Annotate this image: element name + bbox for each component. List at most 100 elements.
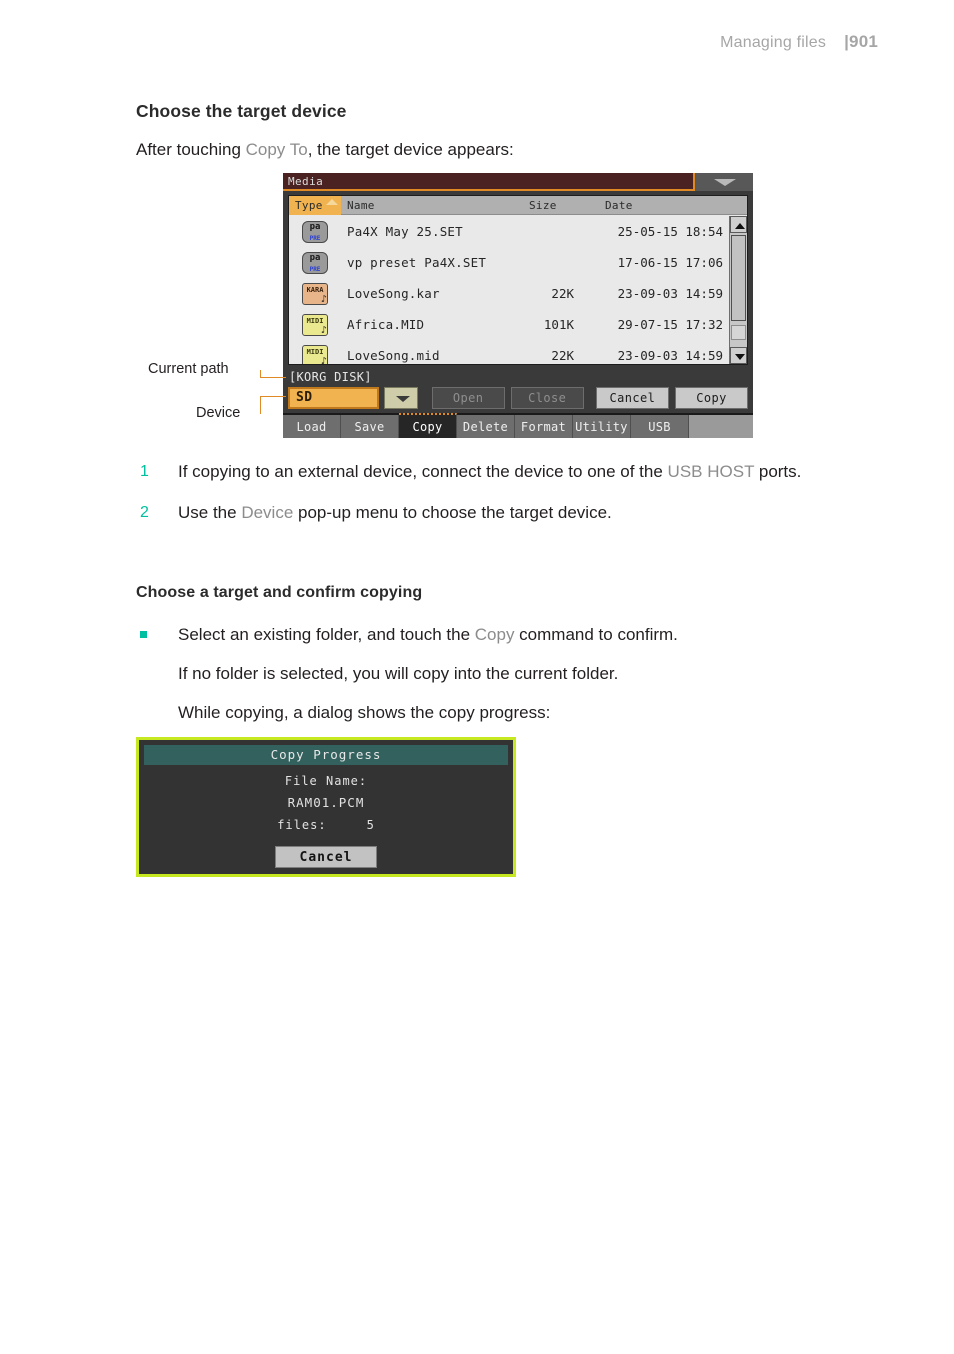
scroll-up-icon[interactable] <box>730 216 747 233</box>
table-row[interactable]: KARA ♪ LoveSong.kar 22K 23-09-03 14:59 <box>289 278 729 309</box>
kar-file-icon: KARA ♪ <box>302 282 328 305</box>
file-size: 22K <box>551 286 574 301</box>
scrollbar-grip[interactable] <box>731 325 746 340</box>
file-icon-cell: MIDI ♪ <box>289 313 341 336</box>
dialog-cancel-button[interactable]: Cancel <box>275 846 377 868</box>
bullet-square-icon <box>140 631 147 638</box>
dialog-title: Copy Progress <box>144 745 508 765</box>
file-name: LoveSong.kar <box>347 286 440 301</box>
file-icon-cell: pa PRE <box>289 251 341 274</box>
pa-file-icon: pa PRE <box>302 251 328 274</box>
intro-text-a: After touching <box>136 140 246 159</box>
bullet-keyword: Copy <box>474 625 515 644</box>
file-date: 23-09-03 14:59 <box>617 286 723 301</box>
chevron-down-icon[interactable] <box>384 387 418 409</box>
file-size: 22K <box>551 348 574 363</box>
callout-device: Device <box>196 405 241 421</box>
page-menu-button[interactable] <box>693 173 753 191</box>
step-keyword: USB HOST <box>667 462 755 481</box>
table-row[interactable]: pa PRE vp preset Pa4X.SET 17-06-15 17:06 <box>289 247 729 278</box>
page-number: |901 <box>844 32 878 51</box>
file-icon-cell: KARA ♪ <box>289 282 341 305</box>
current-path-label: [KORG DISK] <box>289 370 372 384</box>
bullet-list: Select an existing folder, and touch the… <box>136 622 896 739</box>
table-row[interactable]: MIDI ♪ Africa.MID 101K 29-07-15 17:32 <box>289 309 729 340</box>
file-name: LoveSong.mid <box>347 348 440 363</box>
tab-load[interactable]: Load <box>283 415 341 438</box>
column-header-type[interactable]: Type <box>289 195 341 215</box>
intro-text-b: , the target device appears: <box>307 140 514 159</box>
music-note-icon: ♪ <box>320 324 327 336</box>
copy-progress-dialog: Copy Progress File Name: RAM01.PCM files… <box>136 737 516 877</box>
column-header-name[interactable]: Name <box>341 199 523 212</box>
tab-utility[interactable]: Utility <box>573 415 631 438</box>
step-text-b: pop-up menu to choose the target device. <box>293 503 612 522</box>
media-window-title: Media <box>288 175 324 188</box>
section-title: Choose the target device <box>136 101 347 121</box>
body-line-3: While copying, a dialog shows the copy p… <box>178 703 551 722</box>
tab-usb[interactable]: USB <box>631 415 689 438</box>
intro-paragraph: After touching Copy To, the target devic… <box>136 140 514 160</box>
media-title-bar: Media <box>283 173 753 191</box>
column-header-date[interactable]: Date <box>599 199 747 212</box>
cancel-button[interactable]: Cancel <box>595 387 669 409</box>
tab-copy[interactable]: Copy <box>399 413 457 438</box>
dialog-file-name-label: File Name: <box>284 774 368 788</box>
step-item: 1 If copying to an external device, conn… <box>136 459 886 484</box>
column-header-size[interactable]: Size <box>523 199 599 212</box>
tab-format[interactable]: Format <box>515 415 573 438</box>
bullet-text-b: command to confirm. <box>514 625 678 644</box>
file-date: 17-06-15 17:06 <box>617 255 723 270</box>
scroll-down-icon[interactable] <box>730 347 747 364</box>
file-rows: pa PRE Pa4X May 25.SET 25-05-15 18:54 pa… <box>289 216 729 364</box>
table-row[interactable]: MIDI ♪ LoveSong.mid 22K 23-09-03 14:59 <box>289 340 729 364</box>
scrollbar-thumb[interactable] <box>731 235 746 321</box>
step-number: 1 <box>140 463 149 480</box>
device-select-value[interactable]: SD <box>288 387 380 409</box>
tab-delete[interactable]: Delete <box>457 415 515 438</box>
dialog-file-name-value: RAM01.PCM <box>287 795 365 810</box>
media-screen-mock: Media Type Name Size Date pa PRE Pa4X Ma… <box>283 173 753 438</box>
file-name: Pa4X May 25.SET <box>347 224 463 239</box>
pa-file-icon: pa PRE <box>302 220 328 243</box>
intro-keyword: Copy To <box>245 140 308 159</box>
music-note-icon: ♪ <box>320 293 327 305</box>
step-number: 2 <box>140 504 149 521</box>
vertical-scrollbar[interactable] <box>729 216 747 364</box>
open-button[interactable]: Open <box>431 387 505 409</box>
file-icon-cell: MIDI ♪ <box>289 344 341 364</box>
body-line-2: If no folder is selected, you will copy … <box>178 664 619 683</box>
file-icon-sub: PRE <box>309 265 321 273</box>
bullet-item: Select an existing folder, and touch the… <box>136 622 896 647</box>
file-list: Type Name Size Date pa PRE Pa4X May 25.S… <box>288 195 748 365</box>
close-button[interactable]: Close <box>510 387 584 409</box>
tab-save[interactable]: Save <box>341 415 399 438</box>
step-keyword: Device <box>241 503 294 522</box>
running-header: Managing files |901 <box>720 32 878 52</box>
callout-leader-line <box>260 396 261 414</box>
table-row[interactable]: pa PRE Pa4X May 25.SET 25-05-15 18:54 <box>289 216 729 247</box>
bullet-text-a: Select an existing folder, and touch the <box>178 625 475 644</box>
copy-button[interactable]: Copy <box>674 387 749 409</box>
screen-tab-bar: Load Save Copy Delete Format Utility USB <box>283 413 753 438</box>
callout-current-path: Current path <box>148 361 229 377</box>
step-item: 2 Use the Device pop-up menu to choose t… <box>136 500 886 525</box>
screen-button-row: SD Open Close Cancel Copy <box>288 386 749 410</box>
step-list: 1 If copying to an external device, conn… <box>136 459 886 541</box>
file-size: 101K <box>543 317 574 332</box>
callout-leader-line <box>260 377 286 378</box>
file-list-header: Type Name Size Date <box>289 195 747 215</box>
step-text-a: If copying to an external device, connec… <box>178 462 668 481</box>
step-text-a: Use the <box>178 503 242 522</box>
file-date: 29-07-15 17:32 <box>617 317 723 332</box>
step-text-b: ports. <box>754 462 802 481</box>
file-date: 25-05-15 18:54 <box>617 224 723 239</box>
file-icon-label: pa <box>309 221 321 232</box>
file-icon-cell: pa PRE <box>289 220 341 243</box>
dialog-files-label: files: <box>277 818 327 832</box>
header-section-title: Managing files <box>720 34 827 51</box>
scrollbar-track[interactable] <box>730 233 747 347</box>
midi-file-icon: MIDI ♪ <box>302 313 328 336</box>
midi-file-icon: MIDI ♪ <box>302 344 328 364</box>
music-note-icon: ♪ <box>320 355 327 364</box>
